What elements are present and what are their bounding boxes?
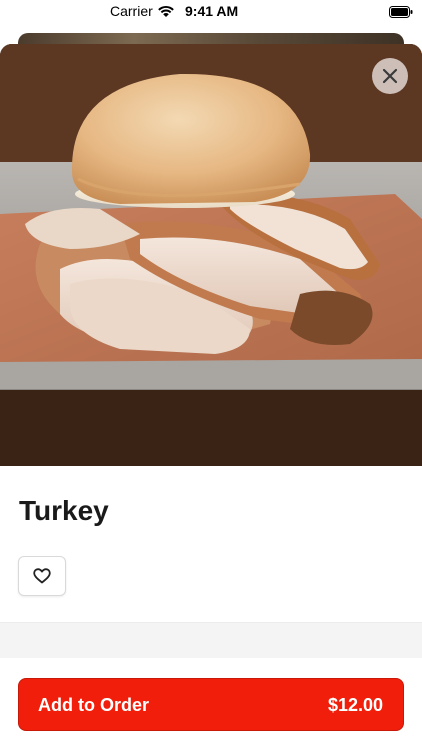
battery-icon: [389, 5, 413, 18]
wifi-icon: [157, 4, 175, 18]
item-photo: [0, 44, 422, 466]
heart-icon: [33, 568, 51, 584]
bottom-bar: Add to Order $12.00: [0, 658, 422, 750]
close-button[interactable]: [372, 58, 408, 94]
add-to-order-label: Add to Order: [38, 695, 149, 715]
section-divider: [0, 622, 422, 660]
carrier-label: Carrier: [110, 3, 153, 19]
close-icon: [382, 68, 398, 84]
favorite-button[interactable]: [18, 556, 66, 596]
status-bar: Carrier 9:41 AM: [0, 0, 422, 24]
item-detail-sheet: Turkey Add to Order $12.00: [0, 44, 422, 750]
clock: 9:41 AM: [185, 3, 239, 19]
order-price: $12.00: [327, 695, 383, 715]
screen: Carrier 9:41 AM Turkey Add to Order $12.…: [0, 0, 422, 750]
turkey-sandwich-illustration: [0, 44, 422, 466]
item-title: Turkey: [19, 495, 109, 526]
add-to-order-button[interactable]: Add to Order $12.00: [18, 678, 404, 731]
